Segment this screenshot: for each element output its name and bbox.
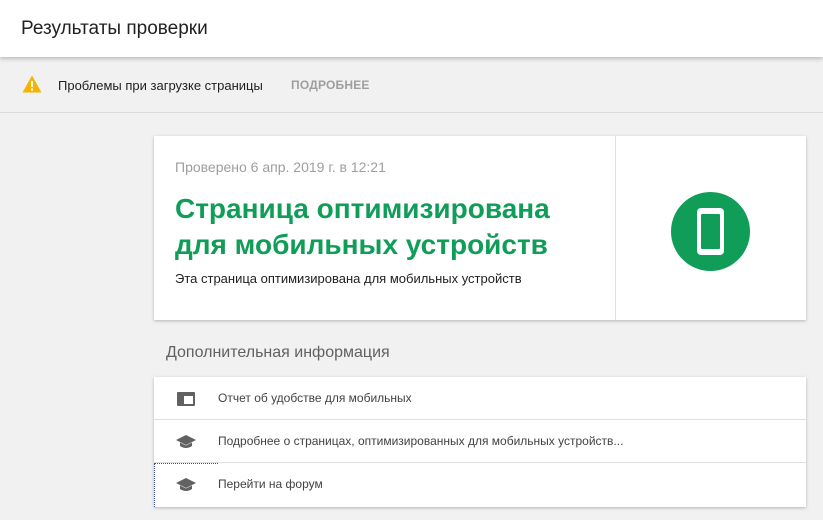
page-title: Результаты проверки [21,18,208,39]
list-item-usability-report[interactable]: Отчет об удобстве для мобильных [154,377,806,420]
graduation-cap-icon [176,432,196,452]
focus-outline [154,463,155,507]
mobile-friendly-badge [671,192,750,271]
list-item-learn-more[interactable]: Подробнее о страницах, оптимизированных … [154,420,806,463]
list-item-label: Отчет об удобстве для мобильных [218,391,412,405]
additional-info-title: Дополнительная информация [166,344,390,361]
result-card: Проверено 6 апр. 2019 г. в 12:21 Страниц… [154,136,806,320]
additional-info-list: Отчет об удобстве для мобильных Подробне… [154,377,806,507]
result-subtext: Эта страница оптимизирована для мобильны… [175,271,522,286]
warning-banner: Проблемы при загрузке страницы ПОДРОБНЕЕ [0,57,823,113]
result-headline: Страница оптимизирована для мобильных ус… [175,193,550,260]
report-icon [176,389,196,409]
checked-timestamp: Проверено 6 апр. 2019 г. в 12:21 [175,159,386,175]
details-link[interactable]: ПОДРОБНЕЕ [291,78,370,92]
warning-text: Проблемы при загрузке страницы [58,78,263,93]
card-divider [615,136,616,320]
list-item-label: Подробнее о страницах, оптимизированных … [218,434,624,448]
list-item-label: Перейти на форум [218,477,323,491]
app-header: Результаты проверки [0,0,823,57]
mobile-phone-icon [697,208,724,255]
warning-icon [22,75,42,93]
focus-outline [154,463,218,464]
graduation-cap-icon [176,475,196,495]
list-item-forum[interactable]: Перейти на форум [154,463,806,506]
